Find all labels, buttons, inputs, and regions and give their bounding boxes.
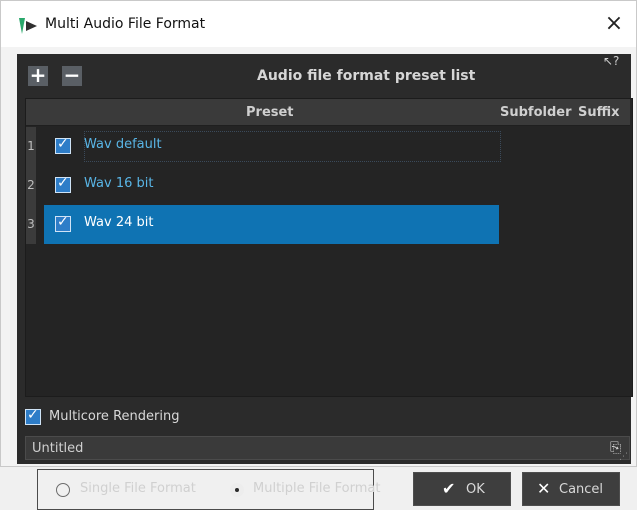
- title-bar: Multi Audio File Format ×: [1, 1, 636, 47]
- remove-preset-button[interactable]: −: [62, 65, 82, 86]
- preset-name-value: Untitled: [32, 441, 84, 456]
- preset-checkbox[interactable]: [55, 214, 71, 232]
- checkmark-icon: ✔: [442, 479, 456, 498]
- multiple-file-format-radio[interactable]: [230, 483, 244, 497]
- single-file-format-radio[interactable]: [56, 483, 70, 497]
- dialog-window: Multi Audio File Format × + − Audio file…: [0, 0, 637, 510]
- format-mode-group: Single File Format Multiple File Format: [37, 469, 380, 510]
- resize-grip-icon[interactable]: ⋰: [619, 452, 629, 462]
- preset-cell[interactable]: Wav default: [44, 127, 501, 166]
- preset-table: Preset Subfolder Suffix 1 Wav default 2: [25, 98, 633, 397]
- preset-label: Wav 24 bit: [84, 215, 154, 230]
- preset-list-heading: Audio file format preset list: [257, 68, 476, 84]
- cancel-button[interactable]: ✕ Cancel: [522, 472, 620, 506]
- table-header: Preset Subfolder Suffix: [26, 99, 630, 126]
- window-title: Multi Audio File Format: [45, 16, 206, 32]
- close-icon: ✕: [537, 479, 551, 498]
- column-header-suffix[interactable]: Suffix: [578, 105, 620, 120]
- dialog-content: + − Audio file format preset list ↖? Pre…: [17, 54, 633, 510]
- preset-cell[interactable]: Wav 24 bit: [44, 205, 499, 244]
- table-row[interactable]: 3 Wav 24 bit: [26, 205, 630, 244]
- table-rows: 1 Wav default 2 Wav 16 bit 3: [26, 126, 630, 396]
- ok-button[interactable]: ✔ OK: [413, 472, 511, 506]
- table-row[interactable]: 2 Wav 16 bit: [26, 166, 630, 205]
- table-row[interactable]: 1 Wav default: [26, 127, 630, 166]
- ok-button-label: OK: [466, 482, 485, 497]
- row-number: 2: [26, 166, 36, 205]
- preset-checkbox[interactable]: [55, 175, 71, 193]
- preset-label: Wav 16 bit: [84, 176, 154, 191]
- pointer-help-icon[interactable]: ↖?: [603, 54, 621, 70]
- add-preset-button[interactable]: +: [28, 65, 48, 86]
- preset-cell[interactable]: Wav 16 bit: [44, 166, 499, 205]
- row-number: 3: [26, 205, 36, 244]
- multiple-file-format-label[interactable]: Multiple File Format: [253, 481, 380, 496]
- column-header-subfolder[interactable]: Subfolder: [500, 105, 572, 120]
- preset-checkbox[interactable]: [55, 136, 71, 154]
- multicore-label: Multicore Rendering: [49, 409, 180, 424]
- close-button[interactable]: ×: [602, 12, 626, 36]
- preset-name-field[interactable]: Untitled ⎘: [25, 436, 630, 460]
- row-number: 1: [26, 127, 36, 166]
- cancel-button-label: Cancel: [559, 482, 604, 497]
- preset-label: Wav default: [84, 137, 162, 152]
- single-file-format-label[interactable]: Single File Format: [80, 481, 196, 496]
- multicore-checkbox[interactable]: [25, 407, 41, 425]
- column-header-preset[interactable]: Preset: [246, 105, 294, 120]
- app-logo-icon: [19, 18, 37, 34]
